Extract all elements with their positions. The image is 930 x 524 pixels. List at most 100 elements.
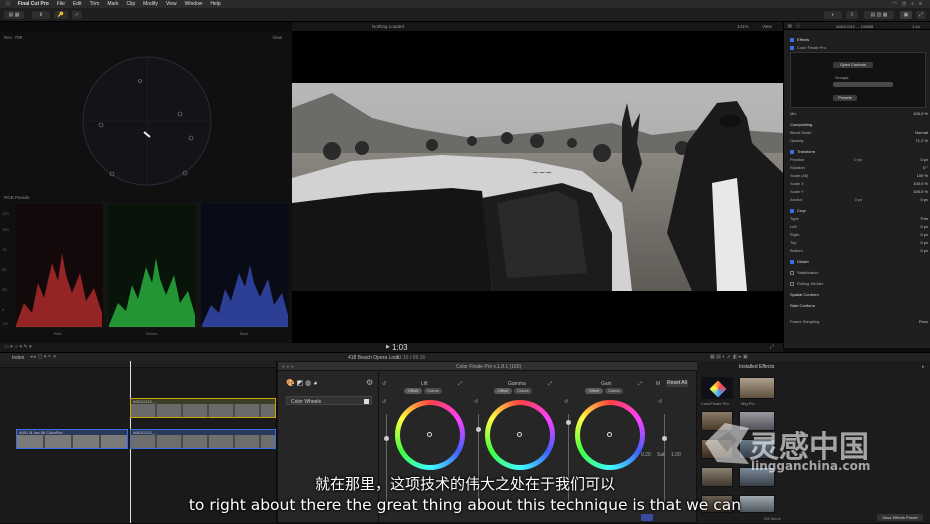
crop-left-row[interactable]: Left 0 px [790,223,928,230]
crop-type-row[interactable]: Type Trim [790,215,928,222]
mute-icon[interactable]: M [656,381,660,387]
inspector-filter-icon[interactable]: ▤ [788,23,792,28]
clock-icon[interactable]: ◷ [902,1,906,7]
frame-sampling-row[interactable]: Frame Sampling Floor [790,318,928,325]
spatial-conform-section[interactable]: Spatial Conform [790,291,928,298]
import-button[interactable]: ⬇ [32,11,50,19]
stabilization-row[interactable]: Stabilization [790,269,928,276]
gain-expand-icon[interactable]: ⤢ [638,381,642,387]
scale-x-value[interactable]: 100.0 % [913,181,928,186]
viewer-frame-image[interactable]: ~~~ [292,83,783,291]
transport-left-controls[interactable]: ▭ ▾ ⊹ ▾ ✎ ▾ [4,344,32,350]
effect-mtg-thumb[interactable] [739,377,775,399]
crop-right-value[interactable]: 0 px [920,232,928,237]
crop-section[interactable]: Crop [790,207,928,214]
window-controls[interactable]: ● ● ● [282,364,294,370]
rate-conform-section[interactable]: Rate Conform [790,302,928,309]
layer-checkbox[interactable] [364,399,369,404]
crop-checkbox[interactable] [790,208,794,213]
sat-handle[interactable] [662,436,667,441]
gamma-master-handle[interactable] [476,427,481,432]
gamma-expand-icon[interactable]: ⤢ [548,381,552,387]
gain-reset-icon[interactable]: ↺ [564,399,568,405]
timeline-nav-buttons[interactable]: ◂ ▸ ▢ ▾ ↖ ▾ [30,354,56,360]
reset-all-button[interactable]: Reset All [666,380,688,387]
inspector-toggle-button[interactable]: ▣ [900,11,912,19]
scale-x-row[interactable]: Scale X 100.0 % [790,180,928,187]
viewer-view-menu[interactable]: View [762,24,772,29]
transform-section[interactable]: Transform [790,148,928,155]
opacity-row[interactable]: Opacity 71.2 % [790,137,928,144]
menu-trim[interactable]: Trim [90,1,100,7]
plugin-row[interactable]: Color Finale Pro [790,44,928,51]
apple-icon[interactable]:  [6,1,10,7]
save-effects-preset-button[interactable]: Save Effects Preset [877,514,923,521]
list-icon[interactable]: ≡ [919,1,922,7]
zoom-menu[interactable]: 141% [737,24,749,29]
blend-mode-value[interactable]: Normal [915,130,928,135]
menu-view[interactable]: View [166,1,177,7]
fullscreen-button[interactable]: ⤢ [916,11,926,19]
effects-section[interactable]: Effects [790,36,928,43]
lift-reset-icon[interactable]: ↺ [382,381,386,387]
gamma-reset-icon[interactable]: ↺ [474,399,478,405]
crop-right-row[interactable]: Right 0 px [790,231,928,238]
position-y[interactable]: 0 px [920,157,928,162]
gamma-mode-colors[interactable]: Colors [514,388,532,394]
crop-left-value[interactable]: 0 px [920,224,928,229]
opacity-value[interactable]: 71.2 % [916,138,928,143]
scale-all-value[interactable]: 100 % [917,173,928,178]
plugin-checkbox[interactable] [790,45,794,50]
menu-modify[interactable]: Modify [143,1,158,7]
gain-wheel-puck[interactable] [607,432,612,437]
library-button[interactable]: ▤ ▦ [4,11,24,19]
blend-mode-row[interactable]: Blend Mode Normal [790,129,928,136]
compositing-section[interactable]: Compositing [790,121,928,128]
crop-type-value[interactable]: Trim [920,216,928,221]
gain-mode-offset[interactable]: Offset [585,388,603,394]
scale-y-value[interactable]: 100.0 % [913,189,928,194]
lift-mode-colors[interactable]: Colors [424,388,442,394]
transform-checkbox[interactable] [790,149,794,154]
lift-master-handle[interactable] [384,436,389,441]
menu-app-name[interactable]: Final Cut Pro [18,1,49,7]
crop-top-row[interactable]: Top 0 px [790,239,928,246]
clip-upper[interactable]: A001C012_... [130,398,276,418]
gain-master-handle[interactable] [566,420,571,425]
crop-bottom-row[interactable]: Bottom 0 px [790,247,928,254]
effects-collapse-icon[interactable]: ▸ [922,364,925,370]
gamma-wheel-puck[interactable] [517,432,522,437]
timeline-ruler[interactable] [0,361,276,368]
vectorscope-view-menu[interactable]: View [272,35,282,40]
menu-mark[interactable]: Mark [107,1,118,7]
lift-mode-offset[interactable]: Offset [404,388,422,394]
keyword-button[interactable]: 🔑 [54,11,68,19]
open-controls-button[interactable]: Open Controls [833,62,873,68]
effects-checkbox[interactable] [790,37,794,42]
distort-checkbox[interactable] [790,259,794,264]
plugin-tool-icons[interactable]: 🎨 ◩ ◍ ◕ [286,379,318,387]
timeline-right-controls[interactable]: ▦ ▤ ◐ ♬ ◧ ▸ ▣ [710,354,748,360]
clip-lower-b[interactable]: A001C012_... [130,429,276,449]
rotation-value[interactable]: 0 ° [923,165,928,170]
crop-top-value[interactable]: 0 px [920,240,928,245]
search-icon[interactable]: ⌕ [911,1,914,7]
inspector-info-icon[interactable]: ⓘ [796,23,800,29]
clip-lower-a[interactable]: A001 B Jan 08 ColorFinl [16,429,128,449]
plugin-ok-button[interactable] [641,514,653,521]
position-row[interactable]: Position 0 px 0 px [790,156,928,163]
gamma-mode-offset[interactable]: Offset [494,388,512,394]
anchor-row[interactable]: Anchor 0 px 0 px [790,196,928,203]
frame-sampling-value[interactable]: Floor [919,319,928,324]
lift-expand-icon[interactable]: ⤢ [458,381,462,387]
layer-color-wheels[interactable]: Color Wheels [286,396,372,405]
effect-colorfinale-thumb[interactable] [701,377,733,399]
anchor-y[interactable]: 0 px [920,197,928,202]
scale-all-row[interactable]: Scale (All) 100 % [790,172,928,179]
stabilization-checkbox[interactable] [790,270,794,275]
position-x[interactable]: 0 px [854,157,862,162]
plugin-settings-icon[interactable]: ⚙ [366,378,373,387]
mix-value[interactable]: 100.0 % [913,111,928,116]
menu-edit[interactable]: Edit [73,1,82,7]
groups-dropdown[interactable] [833,82,893,87]
